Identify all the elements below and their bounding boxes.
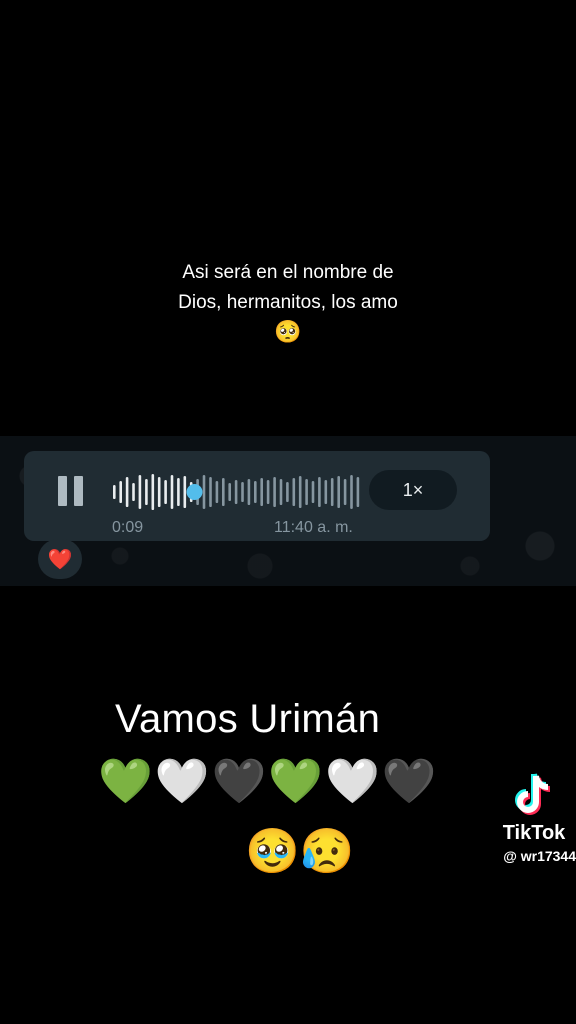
waveform-bar: [356, 477, 360, 507]
waveform-bar: [209, 477, 212, 507]
waveform-bar: [145, 479, 148, 505]
caption-line-1: Asi será en el nombre de: [182, 262, 394, 283]
waveform-bar: [170, 475, 174, 509]
heart-reaction[interactable]: ❤️: [38, 539, 82, 579]
hearts-emoji-row: 💚🤍🖤💚🤍🖤: [98, 757, 439, 806]
chat-screenshot: 1× 0:09 11:40 a. m. ❤️: [0, 436, 576, 586]
audio-waveform[interactable]: [112, 471, 362, 513]
waveform-bar: [343, 479, 347, 505]
tiktok-logo-icon: [515, 773, 551, 815]
waveform-bar: [164, 480, 167, 504]
faces-emoji-row: 🥹😥: [245, 827, 355, 876]
waveform-bar: [157, 477, 161, 507]
waveform-bar: [222, 478, 225, 506]
waveform-bar: [311, 481, 315, 503]
waveform-bar: [241, 482, 244, 502]
waveform-bar: [247, 479, 251, 505]
waveform-bar: [234, 480, 238, 504]
waveform-bar: [177, 478, 180, 506]
waveform-bar: [286, 482, 289, 502]
waveform-bar: [215, 481, 219, 503]
video-caption: Asi será en el nombre de Dios, hermanito…: [0, 258, 576, 346]
waveform-bar: [228, 483, 231, 501]
pause-bar-left: [58, 476, 67, 506]
waveform-bar: [273, 477, 276, 507]
caption-line-2: Dios, hermanitos, los amo: [178, 292, 398, 313]
waveform-bar: [125, 477, 129, 507]
pause-bar-right: [74, 476, 83, 506]
overlay-headline: Vamos Urimán: [115, 697, 381, 741]
waveform-bar: [151, 474, 155, 510]
waveform-bar: [337, 476, 340, 508]
waveform-bar: [292, 478, 296, 506]
waveform-bar: [113, 485, 116, 499]
pleading-face-emoji: 🥺: [274, 319, 302, 344]
waveform-bar: [266, 480, 270, 504]
playback-speed-button[interactable]: 1×: [369, 470, 457, 510]
waveform-bar: [330, 478, 334, 506]
elapsed-time: 0:09: [112, 519, 144, 536]
waveform-bar: [183, 476, 187, 508]
waveform-bar: [138, 475, 142, 509]
waveform-bar: [298, 476, 302, 508]
tiktok-user-handle: @ wr17344: [503, 848, 576, 864]
progress-knob[interactable]: [186, 484, 203, 500]
message-timestamp: 11:40 a. m.: [274, 519, 353, 536]
tiktok-brand-name: TikTok: [502, 822, 566, 844]
waveform-bar: [305, 479, 308, 505]
waveform-bar: [350, 475, 353, 509]
pause-button[interactable]: [58, 476, 86, 508]
waveform-bar: [260, 478, 263, 506]
voice-message-bubble: 1× 0:09 11:40 a. m.: [24, 451, 490, 541]
waveform-bar: [324, 480, 328, 504]
waveform-bar: [132, 483, 135, 501]
waveform-bar: [279, 479, 283, 505]
waveform-bar: [254, 481, 257, 503]
waveform-bar: [318, 477, 321, 507]
waveform-bar: [119, 481, 122, 503]
waveform-bar: [202, 475, 206, 509]
